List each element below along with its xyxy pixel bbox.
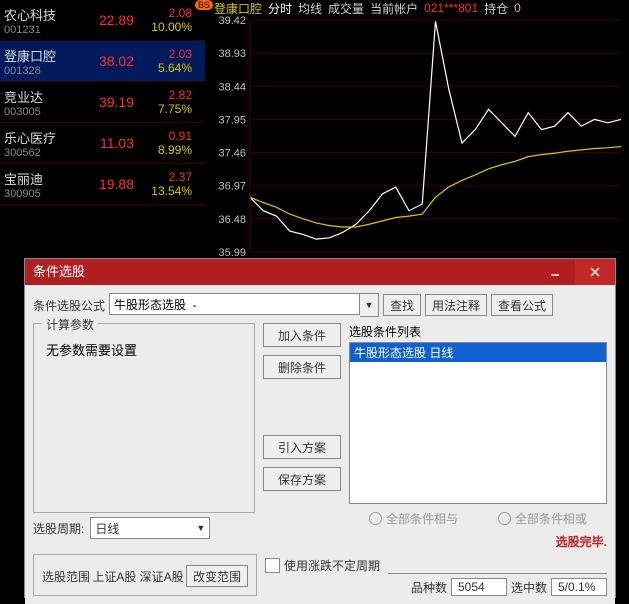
range-legend: 选股范围 [42,568,90,585]
account-value: 021***801 [424,1,478,15]
stock-name-cell: 乐心医疗300562 [0,128,78,159]
svg-text:38.44: 38.44 [218,81,246,93]
condition-list[interactable]: 牛股形态选股 日线 [349,342,607,504]
condition-list-label: 选股条件列表 [349,323,607,340]
save-plan-button[interactable]: 保存方案 [263,467,341,491]
chart-header: 登康口腔 分时 均线 成交量 当前帐户 021***801 持仓 0 [210,0,629,16]
radio-icon [369,512,382,525]
svg-text:35.99: 35.99 [218,247,246,256]
delete-condition-button[interactable]: 删除条件 [263,355,341,379]
variable-period-label: 使用涨跌不定周期 [284,557,380,574]
period-label: 选股周期: [33,520,84,537]
hit-value: 5/0.1% [551,578,607,596]
period-value: 日线 [95,520,119,537]
count-value: 5054 [451,578,507,596]
stock-price: 19.88 [78,176,134,192]
stock-name-cell: 宝丽迪300905 [0,169,78,200]
param-legend: 计算参数 [42,316,98,333]
account-label: 当前帐户 [370,0,418,17]
dialog-titlebar[interactable]: 条件选股 [25,259,615,285]
change-range-button[interactable]: 改变范围 [186,565,248,587]
minimize-button[interactable] [535,259,575,285]
position-label: 持仓 [484,0,508,17]
stock-row[interactable]: 乐心医疗30056211.030.918.99% [0,123,205,164]
formula-label: 条件选股公式 [33,297,105,314]
condition-stock-dialog: 条件选股 条件选股公式 ▼ 查找 用法注释 查看公式 计算参数 无参数需要设置 [24,258,616,598]
position-value: 0 [514,1,521,15]
condition-list-item[interactable]: 牛股形态选股 日线 [350,343,606,362]
stock-change: 2.827.75% [134,88,198,116]
svg-text:38.93: 38.93 [218,48,246,60]
svg-text:37.95: 37.95 [218,114,246,126]
svg-text:39.42: 39.42 [218,16,246,27]
range-text: 上证A股 深证A股 [92,568,183,585]
hit-label: 选中数 [511,579,547,596]
usage-button[interactable]: 用法注释 [425,294,487,316]
radio-icon [498,512,511,525]
view-formula-button[interactable]: 查看公式 [491,294,553,316]
param-group: 计算参数 无参数需要设置 [33,323,255,513]
formula-combo[interactable]: ▼ [109,293,379,317]
price-chart: 39.42 38.93 38.44 37.95 37.46 36.97 36.48 35.99 [210,16,629,256]
count-label: 品种数 [411,579,447,596]
stock-row[interactable]: 登康口腔00132838.022.035.64% [0,41,205,82]
stock-price: 39.19 [78,94,134,110]
stock-row[interactable]: 宝丽迪30090519.882.3713.54% [0,164,205,205]
chart-tab-vol[interactable]: 成交量 [328,0,364,17]
range-group: 选股范围 上证A股 深证A股 改变范围 [33,554,257,596]
stock-row[interactable]: 农心科技00123122.892.0810.00% [0,0,205,41]
formula-dropdown-icon[interactable]: ▼ [360,293,379,317]
stock-name-cell: 农心科技001231 [0,5,78,36]
find-button[interactable]: 查找 [383,294,421,316]
add-condition-button[interactable]: 加入条件 [263,323,341,347]
param-empty-text: 无参数需要设置 [46,340,246,359]
svg-text:36.97: 36.97 [218,181,246,193]
dialog-title-text: 条件选股 [33,259,85,285]
radio-and[interactable]: 全部条件相与 [369,510,458,527]
stock-name-cell: 竞业达003005 [0,87,78,118]
stock-price: 11.03 [78,135,134,151]
stock-change: 2.3713.54% [134,170,198,198]
close-button[interactable] [575,259,615,285]
svg-text:37.46: 37.46 [218,148,246,160]
stock-list: 农心科技00123122.892.0810.00%登康口腔00132838.02… [0,0,205,205]
stock-change: 0.918.99% [134,129,198,157]
formula-input[interactable] [109,293,360,315]
variable-period-field[interactable] [388,557,607,574]
stock-change: 2.0810.00% [134,6,198,34]
stock-row[interactable]: 竞业达00300539.192.827.75% [0,82,205,123]
stock-change: 2.035.64% [134,47,198,75]
period-select[interactable]: 日线 ▼ [90,517,210,539]
radio-or[interactable]: 全部条件相或 [498,510,587,527]
stock-price: 22.89 [78,12,134,28]
chart-area: 登康口腔 分时 均线 成交量 当前帐户 021***801 持仓 0 39.42… [210,0,629,260]
chevron-down-icon: ▼ [196,523,205,533]
load-plan-button[interactable]: 引入方案 [263,435,341,459]
stock-price: 38.02 [78,53,134,69]
chart-stock-name: 登康口腔 [214,0,262,17]
chart-tab-avg[interactable]: 均线 [298,0,322,17]
variable-period-checkbox[interactable] [265,558,280,573]
chart-tab-time[interactable]: 分时 [268,0,292,17]
selection-done-text: 选股完毕. [349,533,607,550]
stock-name-cell: 登康口腔001328 [0,46,78,77]
svg-text:36.48: 36.48 [218,214,246,226]
